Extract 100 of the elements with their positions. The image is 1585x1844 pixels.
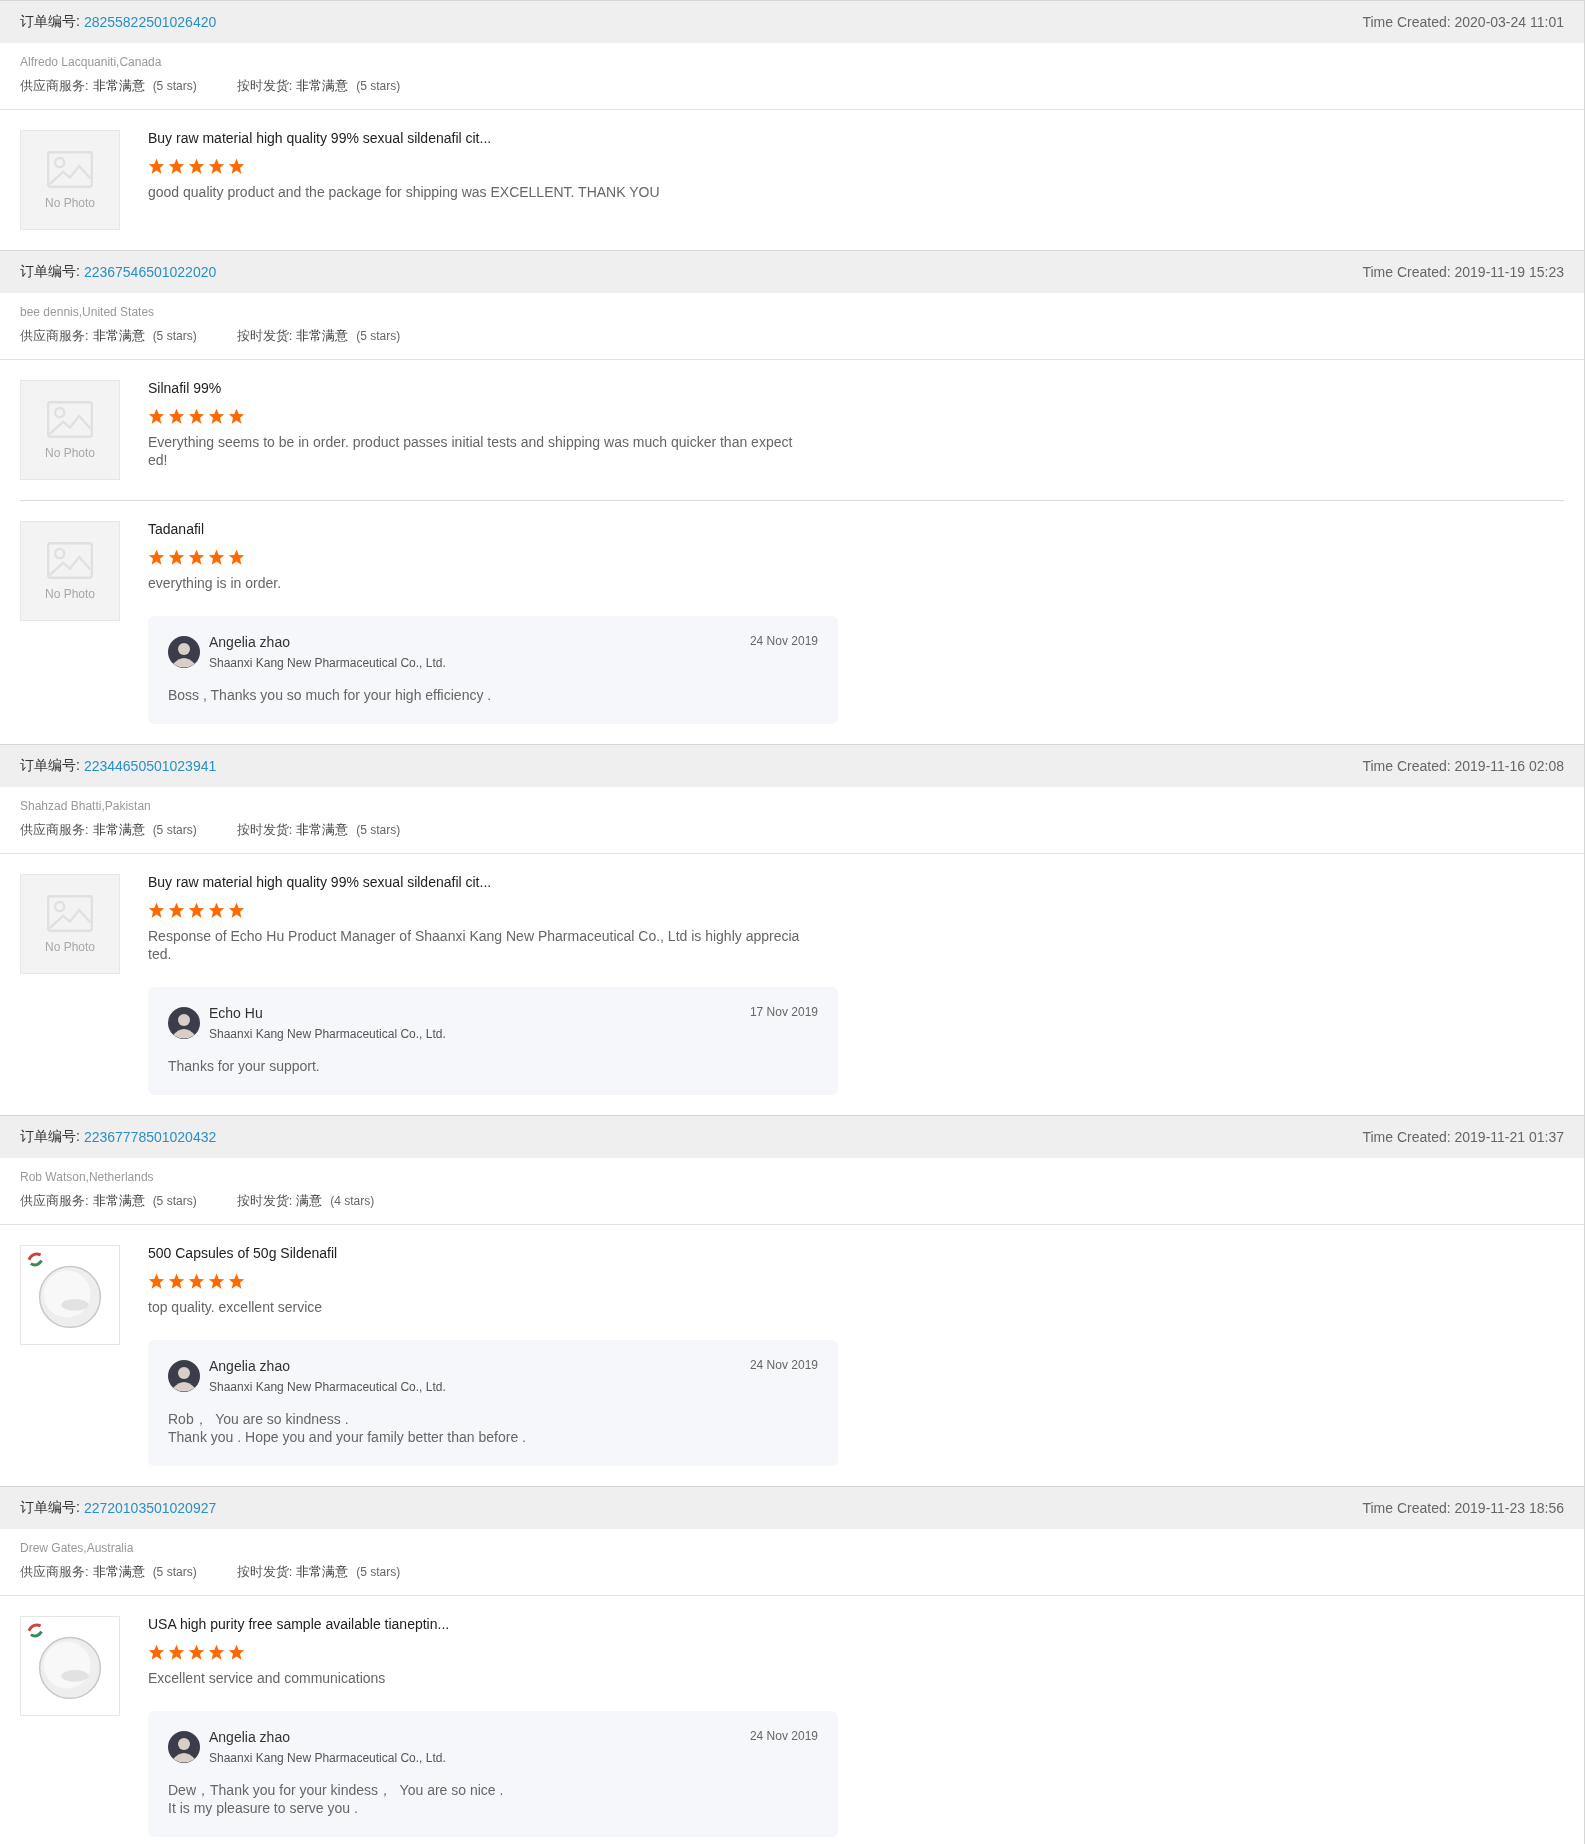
star-icon	[148, 902, 165, 919]
reply-text: Thank you . Hope you and your family better than before .	[168, 1428, 527, 1446]
star-icon	[228, 158, 245, 175]
star-icon	[208, 549, 225, 566]
rating-value: 非常满意	[92, 77, 145, 95]
avatar-icon	[168, 1007, 200, 1039]
star-icon	[228, 902, 245, 919]
star-icon	[228, 1273, 245, 1290]
star-count: (5 stars)	[152, 823, 197, 837]
rating-value: 非常满意	[92, 1192, 145, 1210]
buyer-name: bee dennis,United States	[20, 305, 156, 319]
buyer-name: Rob Watson,Netherlands	[20, 1170, 155, 1184]
star-icon	[188, 1273, 205, 1290]
avatar-icon	[168, 1731, 200, 1763]
reply-text: Thanks for your support.	[168, 1057, 321, 1075]
reply-text: Boss , Thanks you so much for your high efficiency .	[168, 686, 493, 704]
rating-label: 供应商服务:	[20, 77, 89, 95]
rating-label: 按时发货:	[236, 821, 293, 839]
rating-value: 非常满意	[92, 1563, 145, 1581]
star-icon	[208, 1644, 225, 1661]
order-number-label: 订单编号:	[20, 1499, 80, 1517]
reply-date: 17 Nov 2019	[749, 1005, 818, 1019]
review-text: top quality. excellent service	[148, 1298, 324, 1316]
star-icon	[148, 158, 165, 175]
time-created: Time Created: 2019-11-23 18:56	[1362, 1500, 1564, 1516]
review-text: Response of Echo Hu Product Manager of Shaanxi Kang New Pharmaceutical Co., Ltd is highly appreciated.	[148, 927, 800, 963]
company-name: Shaanxi Kang New Pharmaceutical Co., Ltd.	[209, 1027, 447, 1041]
star-count: (5 stars)	[356, 1565, 401, 1579]
star-icon	[188, 902, 205, 919]
avatar-icon	[168, 1360, 200, 1392]
product-title[interactable]: Tadanafil	[148, 521, 205, 537]
order-number-label: 订单编号:	[20, 263, 80, 281]
star-count: (5 stars)	[356, 823, 401, 837]
star-icon	[148, 1273, 165, 1290]
company-name: Shaanxi Kang New Pharmaceutical Co., Ltd.	[209, 1751, 447, 1765]
star-count: (4 stars)	[330, 1194, 375, 1208]
reply-text: Rob， You are so kindness .	[168, 1410, 350, 1428]
product-title[interactable]: USA high purity free sample available tianeptin...	[148, 1616, 450, 1632]
star-icon	[188, 549, 205, 566]
star-icon	[168, 408, 185, 425]
star-count: (5 stars)	[152, 1565, 197, 1579]
star-icon	[208, 158, 225, 175]
star-count: (5 stars)	[152, 79, 197, 93]
rating-label: 供应商服务:	[20, 821, 89, 839]
star-icon	[208, 408, 225, 425]
reply-date: 24 Nov 2019	[749, 1358, 818, 1372]
rating-label: 按时发货:	[236, 327, 293, 345]
star-count: (5 stars)	[152, 1194, 197, 1208]
no-photo-label: No Photo	[44, 586, 95, 601]
replier-name: Angelia zhao	[209, 1729, 291, 1745]
review-text: good quality product and the package for shipping was EXCELLENT. THANK YOU	[148, 183, 661, 201]
product-title[interactable]: Buy raw material high quality 99% sexual sildenafil cit...	[148, 874, 492, 890]
order-number-label: 订单编号:	[20, 1128, 80, 1146]
rating-value: 非常满意	[296, 77, 349, 95]
buyer-name: Alfredo Lacquaniti,Canada	[20, 55, 163, 69]
star-count: (5 stars)	[356, 329, 401, 343]
product-title[interactable]: Buy raw material high quality 99% sexual sildenafil cit...	[148, 130, 492, 146]
rating-value: 非常满意	[92, 821, 145, 839]
replier-name: Angelia zhao	[209, 1358, 291, 1374]
reply-text: Dew，Thank you for your kindess， You are so nice .	[168, 1781, 505, 1799]
no-photo-label: No Photo	[44, 939, 95, 954]
star-icon	[228, 1644, 245, 1661]
star-icon	[228, 408, 245, 425]
reply-date: 24 Nov 2019	[749, 1729, 818, 1743]
time-created: Time Created: 2019-11-19 15:23	[1362, 264, 1564, 280]
rating-value: 非常满意	[296, 1563, 349, 1581]
star-icon	[168, 158, 185, 175]
star-icon	[148, 408, 165, 425]
star-icon	[188, 1644, 205, 1661]
review-text: Excellent service and communications	[148, 1669, 387, 1687]
rating-label: 按时发货:	[236, 1563, 293, 1581]
rating-label: 按时发货:	[236, 77, 293, 95]
star-icon	[168, 549, 185, 566]
time-created: Time Created: 2019-11-21 01:37	[1362, 1129, 1564, 1145]
review-text: everything is in order.	[148, 574, 283, 592]
replier-name: Echo Hu	[209, 1005, 264, 1021]
rating-value: 满意	[296, 1192, 323, 1210]
rating-label: 供应商服务:	[20, 327, 89, 345]
product-title[interactable]: Silnafil 99%	[148, 380, 222, 396]
star-icon	[228, 549, 245, 566]
star-icon	[148, 549, 165, 566]
reply-text: It is my pleasure to serve you .	[168, 1799, 359, 1817]
company-name: Shaanxi Kang New Pharmaceutical Co., Ltd.	[209, 656, 447, 670]
star-icon	[208, 902, 225, 919]
star-icon	[188, 158, 205, 175]
no-photo-label: No Photo	[44, 445, 95, 460]
company-name: Shaanxi Kang New Pharmaceutical Co., Ltd.	[209, 1380, 447, 1394]
rating-value: 非常满意	[92, 327, 145, 345]
review-text: Everything seems to be in order. product passes initial tests and shipping was much quicker than expected!	[148, 433, 794, 469]
order-number-label: 订单编号:	[20, 757, 80, 775]
star-count: (5 stars)	[152, 329, 197, 343]
star-icon	[168, 902, 185, 919]
rating-label: 供应商服务:	[20, 1192, 89, 1210]
star-icon	[188, 408, 205, 425]
rating-value: 非常满意	[296, 821, 349, 839]
buyer-name: Drew Gates,Australia	[20, 1541, 135, 1555]
star-icon	[168, 1273, 185, 1290]
rating-label: 供应商服务:	[20, 1563, 89, 1581]
reply-date: 24 Nov 2019	[749, 634, 818, 648]
product-title[interactable]: 500 Capsules of 50g Sildenafil	[148, 1245, 338, 1261]
